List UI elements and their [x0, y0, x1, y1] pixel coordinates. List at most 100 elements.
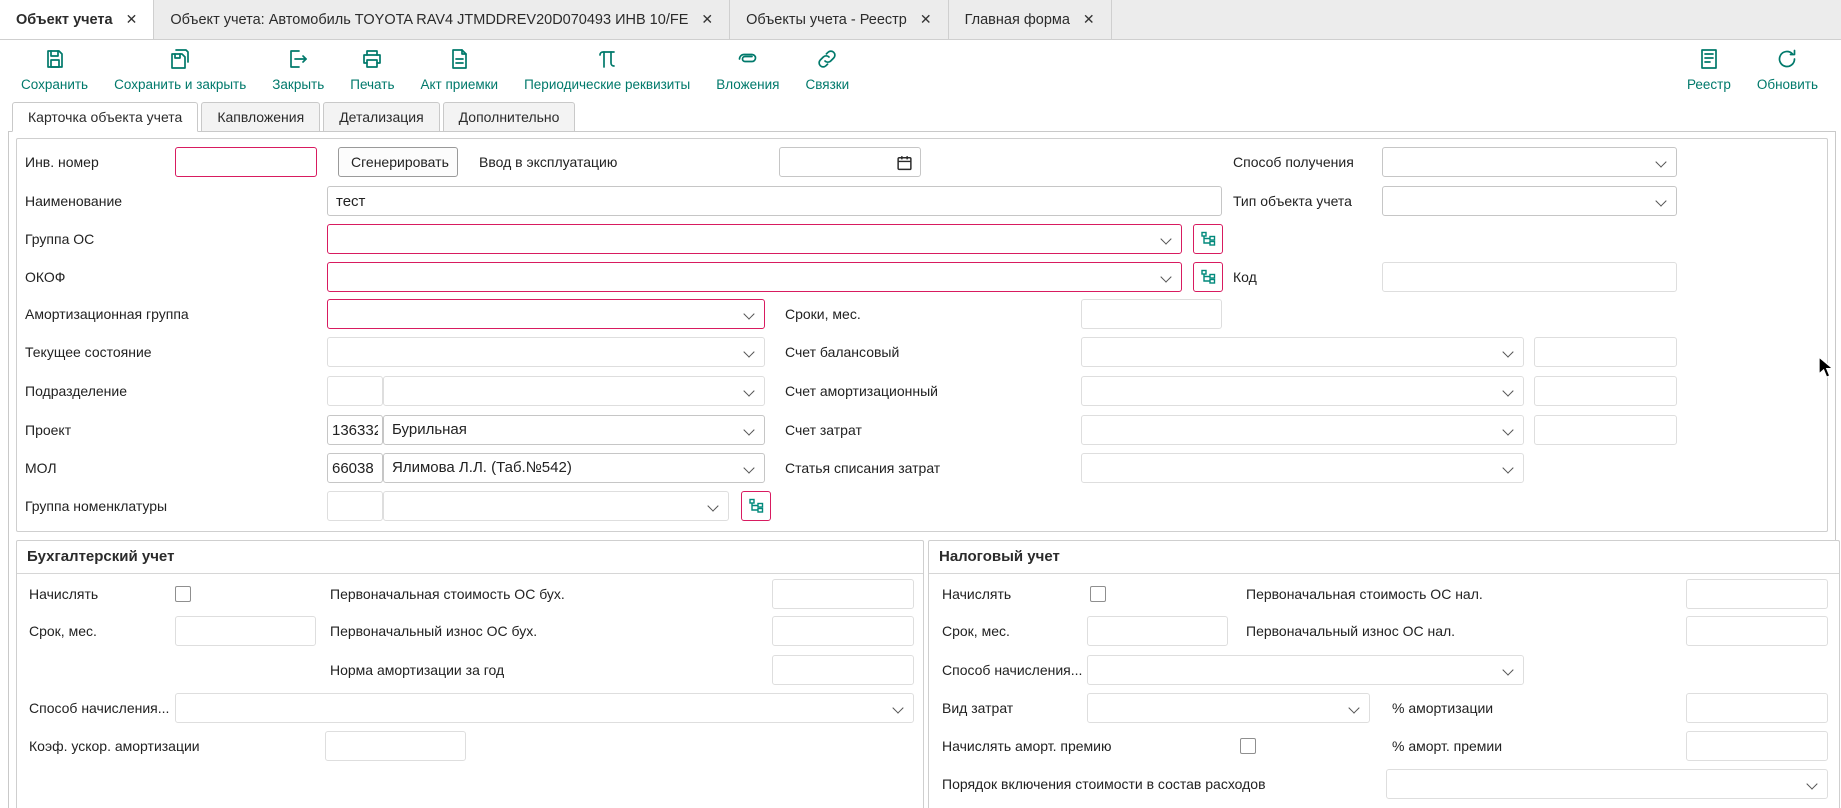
commissioning-date-input[interactable] [779, 147, 921, 177]
tax-cost-type-select[interactable] [1087, 693, 1370, 723]
mol-code-input[interactable] [327, 453, 383, 483]
cost-writeoff-select[interactable] [1081, 453, 1524, 483]
tax-accrue-checkbox[interactable] [1090, 586, 1106, 602]
acc-accrue-checkbox[interactable] [175, 586, 191, 602]
accounting-panel-title: Бухгалтерский учет [17, 541, 923, 574]
save-icon [43, 47, 67, 76]
tax-panel: Налоговый учет Начислять Первоначальная … [928, 540, 1840, 808]
close-tab-icon[interactable]: ✕ [126, 11, 138, 28]
form-tab-label: Карточка объекта учета [28, 109, 182, 125]
calendar-icon [896, 154, 913, 171]
form-tab-label: Капвложения [217, 109, 304, 125]
attachments-button[interactable]: Вложения [703, 40, 792, 92]
save-button[interactable]: Сохранить [8, 40, 101, 92]
close-tab-icon[interactable]: ✕ [701, 11, 713, 28]
tax-accrue-label: Начислять [942, 579, 1011, 609]
depreciation-account-select[interactable] [1081, 376, 1524, 406]
term-months-input[interactable] [1081, 299, 1222, 329]
object-type-select[interactable] [1382, 186, 1677, 216]
balance-account-select[interactable] [1081, 337, 1524, 367]
acceptance-act-button[interactable]: Акт приемки [408, 40, 512, 92]
save-and-close-button[interactable]: Сохранить и закрыть [101, 40, 259, 92]
mol-select[interactable]: Ялимова Л.Л. (Таб.№542) [383, 453, 765, 483]
tree-select-icon [1200, 231, 1216, 247]
depreciation-group-label: Амортизационная группа [25, 299, 189, 329]
tab-detailing[interactable]: Детализация [323, 102, 439, 132]
accounting-panel-body: Начислять Первоначальная стоимость ОС бу… [17, 574, 923, 808]
okof-tree-button[interactable] [1193, 262, 1223, 292]
okof-select[interactable] [327, 262, 1182, 292]
cost-account-number-input[interactable] [1534, 415, 1677, 445]
tax-initial-wear-input[interactable] [1686, 616, 1828, 646]
depreciation-group-select[interactable] [327, 299, 765, 329]
tab-capital-investments[interactable]: Капвложения [201, 102, 320, 132]
nomenclature-tree-button[interactable] [741, 491, 771, 521]
department-select[interactable] [383, 376, 765, 406]
acquisition-method-select[interactable] [1382, 147, 1677, 177]
tree-select-icon [1200, 269, 1216, 285]
tax-premium-checkbox[interactable] [1240, 738, 1256, 754]
project-select[interactable]: Бурильная [383, 415, 765, 445]
tax-term-input[interactable] [1087, 616, 1228, 646]
balance-account-label: Счет балансовый [785, 337, 899, 367]
code-input[interactable] [1382, 262, 1677, 292]
tax-premium-pct-input[interactable] [1686, 731, 1828, 761]
acc-accel-coef-input[interactable] [325, 731, 466, 761]
department-code-input[interactable] [327, 376, 383, 406]
acc-annual-rate-input[interactable] [772, 655, 914, 685]
print-button[interactable]: Печать [337, 40, 407, 92]
refresh-button[interactable]: Обновить [1744, 40, 1831, 92]
tax-method-label: Способ начисления... [942, 655, 1082, 685]
close-tab-icon[interactable]: ✕ [920, 11, 932, 28]
tax-initial-cost-label: Первоначальная стоимость ОС нал. [1246, 579, 1483, 609]
mol-label: МОЛ [25, 453, 57, 483]
window-tab-object[interactable]: Объект учета ✕ [0, 0, 154, 39]
inv-number-label: Инв. номер [25, 147, 99, 177]
tax-initial-cost-input[interactable] [1686, 579, 1828, 609]
tax-term-label: Срок, мес. [942, 616, 1010, 646]
name-input[interactable] [327, 186, 1222, 216]
chevron-down-icon [1655, 156, 1666, 167]
select-value: Бурильная [384, 416, 764, 444]
nomenclature-group-label: Группа номенклатуры [25, 491, 167, 521]
form-tab-bar: Карточка объекта учета Капвложения Детал… [0, 102, 1841, 132]
tax-inclusion-order-select[interactable] [1386, 769, 1828, 799]
os-group-label: Группа ОС [25, 224, 94, 254]
acc-initial-cost-input[interactable] [772, 579, 914, 609]
form-tab-label: Дополнительно [459, 109, 560, 125]
tax-premium-label: Начислять аморт. премию [942, 731, 1111, 761]
acc-initial-wear-input[interactable] [772, 616, 914, 646]
window-tab-label: Объект учета: Автомобиль TOYOTA RAV4 JTM… [170, 12, 688, 28]
os-group-tree-button[interactable] [1193, 224, 1223, 254]
balance-account-number-input[interactable] [1534, 337, 1677, 367]
close-tab-icon[interactable]: ✕ [1083, 11, 1095, 28]
attachments-icon [736, 47, 760, 76]
chevron-down-icon [1160, 233, 1171, 244]
generate-button[interactable]: Сгенерировать [338, 147, 458, 177]
window-tab-main-form[interactable]: Главная форма ✕ [949, 0, 1112, 39]
registry-button[interactable]: Реестр [1674, 40, 1744, 92]
chevron-down-icon [1502, 424, 1513, 435]
tax-depreciation-pct-input[interactable] [1686, 693, 1828, 723]
tax-method-select[interactable] [1087, 655, 1524, 685]
cost-account-select[interactable] [1081, 415, 1524, 445]
project-code-input[interactable] [327, 415, 383, 445]
nomenclature-group-select[interactable] [383, 491, 729, 521]
current-state-select[interactable] [327, 337, 765, 367]
depreciation-account-number-input[interactable] [1534, 376, 1677, 406]
nomenclature-group-code-input[interactable] [327, 491, 383, 521]
acc-term-input[interactable] [175, 616, 316, 646]
links-button[interactable]: Связки [792, 40, 862, 92]
tab-additional[interactable]: Дополнительно [443, 102, 576, 132]
main-fields-box: Инв. номер Сгенерировать Ввод в эксплуат… [16, 138, 1828, 532]
periodic-attributes-button[interactable]: Периодические реквизиты [511, 40, 703, 92]
tab-object-card[interactable]: Карточка объекта учета [12, 102, 198, 132]
inv-number-input[interactable] [175, 147, 317, 177]
os-group-select[interactable] [327, 224, 1182, 254]
chevron-down-icon [892, 702, 903, 713]
window-tab-object-detail[interactable]: Объект учета: Автомобиль TOYOTA RAV4 JTM… [154, 0, 730, 39]
window-tab-registry[interactable]: Объекты учета - Реестр ✕ [730, 0, 949, 39]
close-button[interactable]: Закрыть [259, 40, 337, 92]
tax-depreciation-pct-label: % амортизации [1392, 693, 1493, 723]
acc-method-select[interactable] [175, 693, 914, 723]
